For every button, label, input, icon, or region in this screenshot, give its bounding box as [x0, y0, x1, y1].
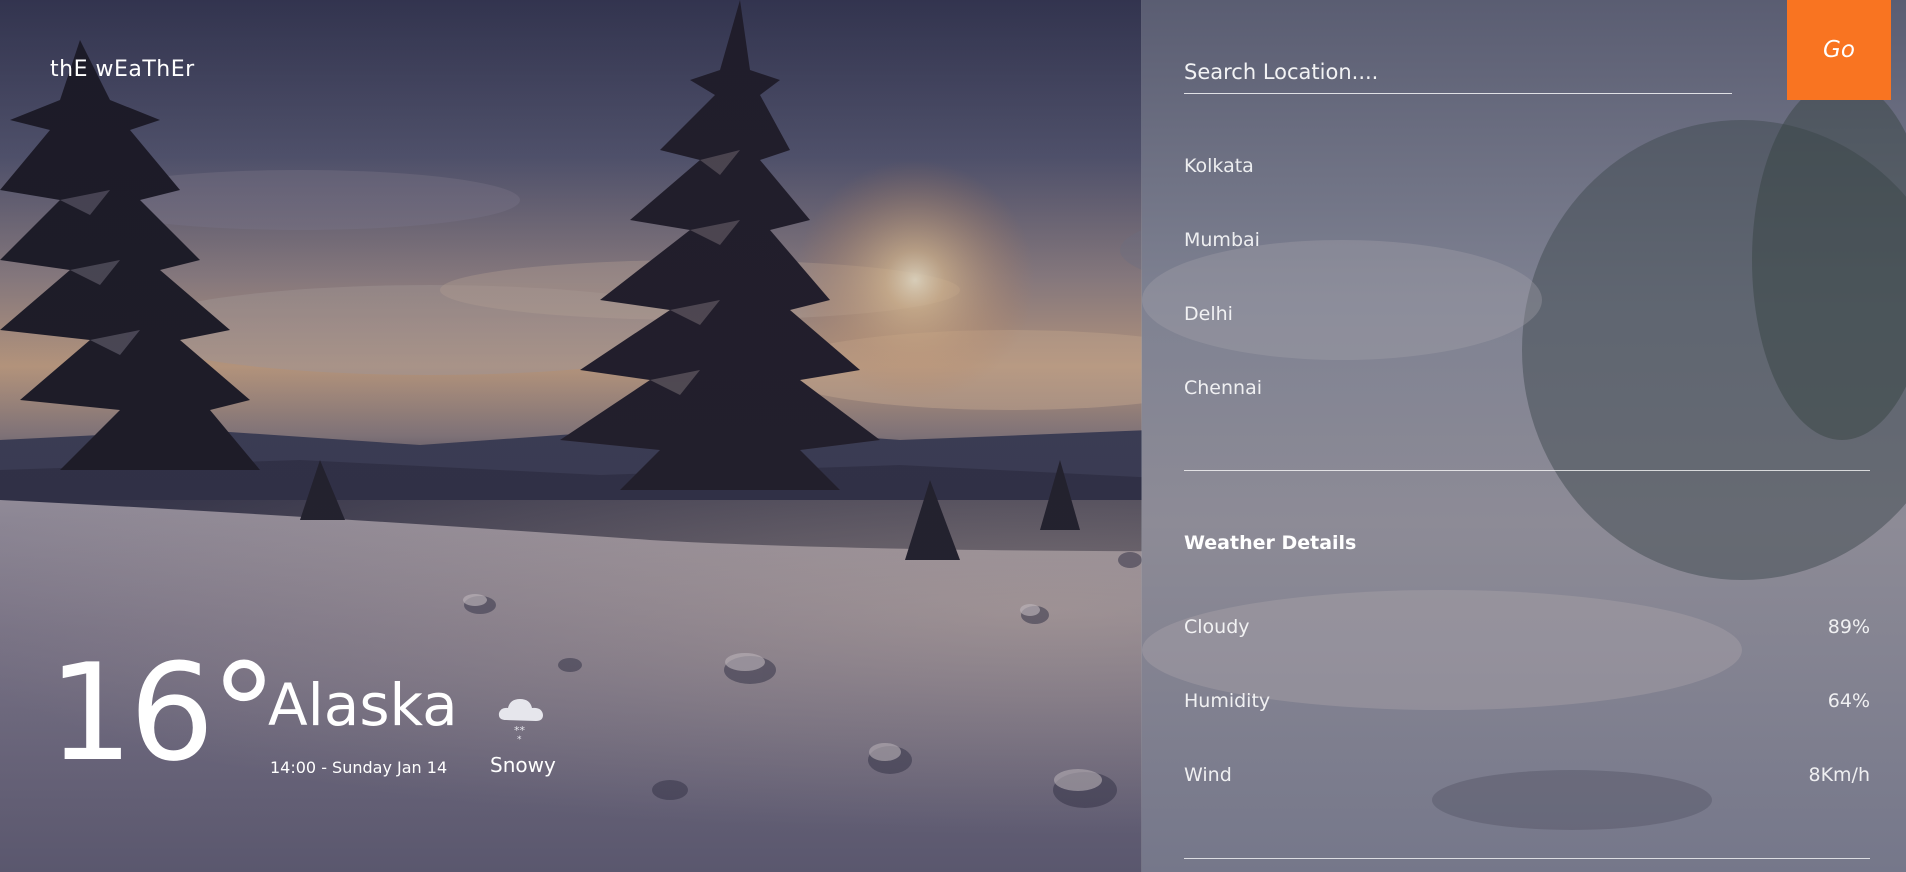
- divider: [1184, 470, 1870, 471]
- weather-details-title: Weather Details: [1184, 532, 1357, 554]
- panel-blur-background: [1142, 0, 1906, 872]
- location-item-kolkata[interactable]: Kolkata: [1184, 155, 1584, 177]
- divider: [1184, 858, 1870, 859]
- detail-row-cloudy: Cloudy 89%: [1184, 616, 1870, 638]
- detail-label: Humidity: [1184, 690, 1271, 712]
- detail-label: Cloudy: [1184, 616, 1250, 638]
- condition-label: Snowy: [490, 753, 556, 777]
- detail-value: 64%: [1827, 690, 1870, 712]
- temperature-value: 16°: [48, 635, 278, 791]
- svg-text:*: *: [517, 735, 522, 744]
- go-button[interactable]: Go: [1787, 0, 1891, 100]
- brand-logo: thE wEaThEr: [50, 57, 195, 82]
- location-item-delhi[interactable]: Delhi: [1184, 303, 1584, 325]
- detail-row-wind: Wind 8Km/h: [1184, 764, 1870, 786]
- detail-value: 8Km/h: [1808, 764, 1871, 786]
- location-item-chennai[interactable]: Chennai: [1184, 377, 1584, 399]
- date-time-label: 14:00 - Sunday Jan 14: [270, 758, 448, 777]
- side-panel: Go Kolkata Mumbai Delhi Chennai Weather …: [1141, 0, 1906, 872]
- detail-row-humidity: Humidity 64%: [1184, 690, 1870, 712]
- city-name: Alaska: [268, 671, 458, 739]
- snow-cloud-icon: ** *: [496, 694, 548, 745]
- location-item-mumbai[interactable]: Mumbai: [1184, 229, 1584, 251]
- detail-value: 89%: [1827, 616, 1870, 638]
- detail-label: Wind: [1184, 764, 1232, 786]
- search-input[interactable]: [1184, 50, 1732, 94]
